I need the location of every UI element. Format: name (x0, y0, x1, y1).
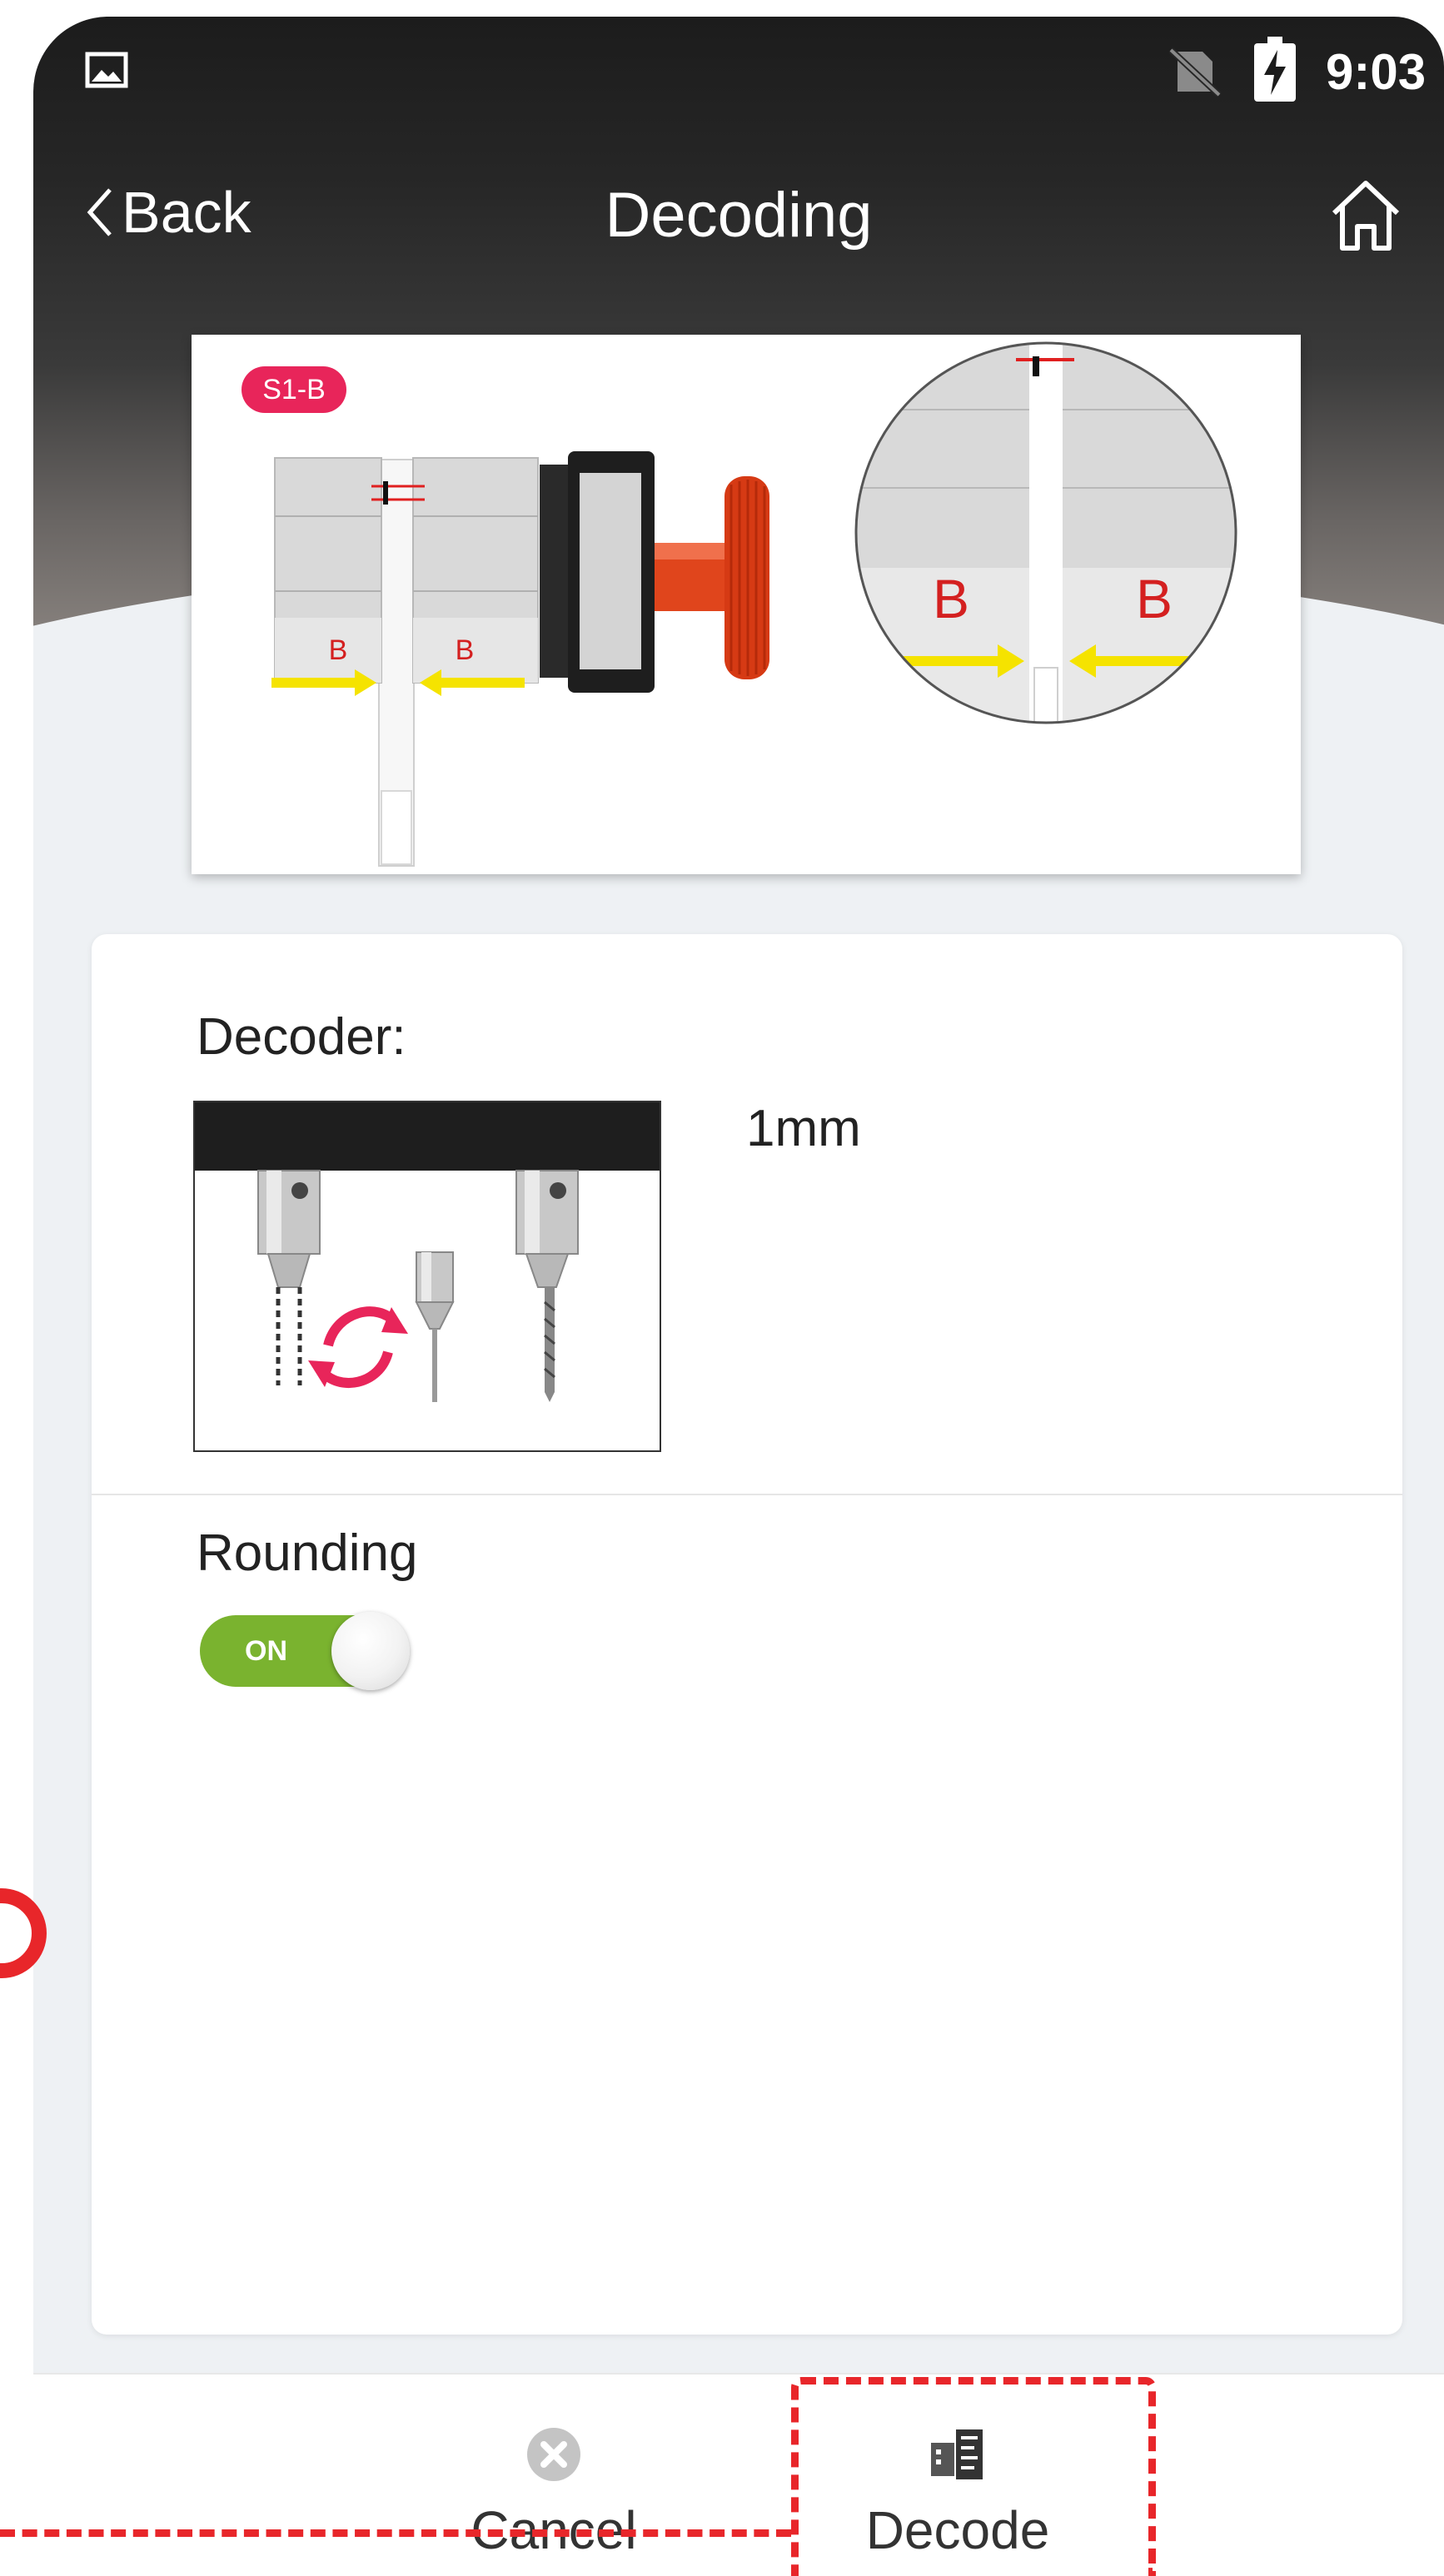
cancel-label: Cancel (471, 2500, 637, 2557)
device-screen: 9:03 Back Decoding S1-B B B B B Decoder:… (33, 17, 1444, 2557)
svg-text:B: B (456, 634, 475, 666)
page-title: Decoding (605, 180, 873, 251)
svg-text:S1-B: S1-B (262, 374, 326, 405)
s1-b-badge: S1-B (241, 366, 346, 413)
decode-highlight-box (791, 2377, 1156, 2576)
status-time: 9:03 (1326, 44, 1427, 100)
decoder-size-value: 1mm (746, 1100, 861, 1157)
svg-text:B: B (933, 568, 969, 629)
status-bar: 9:03 (33, 17, 1444, 125)
decoder-probe-image (193, 1101, 661, 1452)
no-sim-icon (1168, 47, 1222, 97)
zoom-detail: B B (856, 343, 1236, 723)
toggle-knob (331, 1612, 410, 1690)
clamp-instruction-image: S1-B B B B B (192, 335, 1301, 874)
decoder-label: Decoder: (197, 1008, 406, 1066)
rounding-toggle[interactable]: ON (200, 1612, 410, 1690)
battery-charging-icon (1254, 37, 1296, 102)
svg-text:B: B (1136, 568, 1173, 629)
toggle-on-text: ON (245, 1635, 287, 1667)
rounding-label: Rounding (197, 1524, 418, 1582)
gallery-notification-icon (85, 52, 128, 88)
cancel-icon (527, 2428, 580, 2481)
decoder-settings-card: Decoder: 1mm Rounding ON (92, 934, 1402, 2335)
divider (92, 1494, 1402, 1495)
home-icon[interactable] (1324, 175, 1407, 258)
svg-text:B: B (329, 634, 348, 666)
highlight-dashed-line (0, 2529, 791, 2537)
